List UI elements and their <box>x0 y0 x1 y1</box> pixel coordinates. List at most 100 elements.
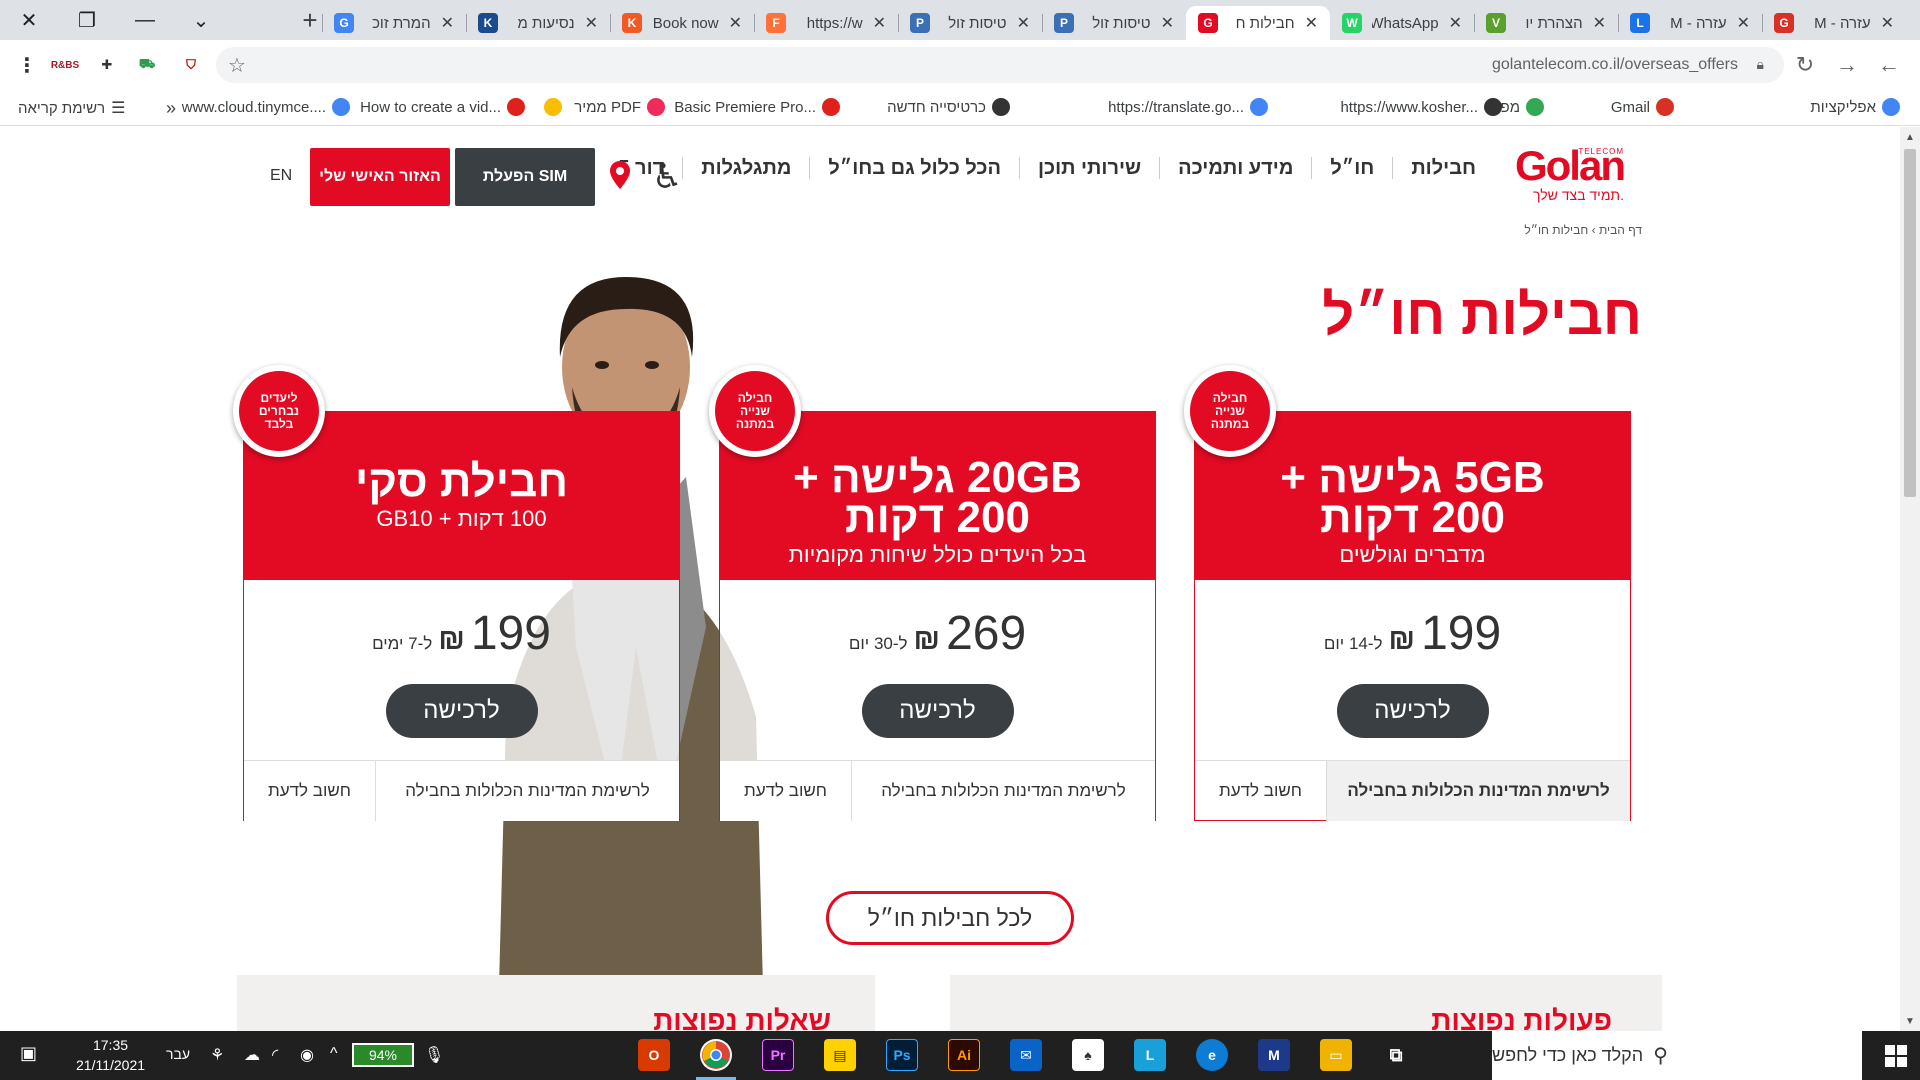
bookmark-star-icon[interactable]: ☆ <box>228 53 246 78</box>
show-hidden-icons[interactable]: ^ <box>330 1045 338 1063</box>
tab-close-icon[interactable]: ✕ <box>1737 13 1750 33</box>
nav-all-included[interactable]: הכל כלול גם בחו״ל <box>828 157 1001 180</box>
bookmark-item[interactable]: Basic Premiere Pro... <box>674 98 840 116</box>
file-explorer-icon[interactable]: ▭ <box>1320 1039 1352 1071</box>
solitaire-icon[interactable]: ♠ <box>1072 1039 1104 1071</box>
menu-dots-icon[interactable]: ⋮ <box>14 52 40 78</box>
important-info-link[interactable]: חשוב לדעת <box>1195 761 1327 821</box>
reading-list[interactable]: ☰ רשימת קריאה <box>18 98 125 118</box>
important-info-link[interactable]: חשוב לדעת <box>244 761 376 821</box>
tab-close-icon[interactable]: ✕ <box>1881 13 1894 33</box>
personal-area-button[interactable]: האזור האישי שלי <box>310 148 450 206</box>
forward-arrow-icon[interactable]: → <box>1830 48 1864 82</box>
scroll-down-icon[interactable]: ▼ <box>1900 1013 1920 1029</box>
task-view-icon[interactable]: ⧉ <box>1380 1039 1412 1071</box>
bookmarks-overflow[interactable]: » <box>166 98 176 119</box>
bookmark-item[interactable] <box>538 98 562 116</box>
app-tray-icon[interactable]: ⚘ <box>210 1045 224 1065</box>
minimize-window-icon[interactable]: — <box>116 0 174 40</box>
wifi-icon[interactable]: ◜ <box>272 1045 278 1065</box>
breadcrumb-home[interactable]: דף הבית <box>1599 223 1642 237</box>
tab-close-icon[interactable]: ✕ <box>1593 13 1606 33</box>
browser-tab[interactable]: V הצהרת יו ✕ <box>1474 6 1618 40</box>
bookmark-item[interactable]: Gmail <box>1611 98 1674 116</box>
tab-close-icon[interactable]: ✕ <box>1449 13 1462 33</box>
mail-icon[interactable]: ✉ <box>1010 1039 1042 1071</box>
tab-close-icon[interactable]: ✕ <box>873 13 886 33</box>
browser-tab[interactable]: P טיסות זול ✕ <box>1042 6 1186 40</box>
browser-tab[interactable]: K Book now ✕ <box>610 6 754 40</box>
sim-activation-button[interactable]: הפעלת SIM <box>455 148 595 206</box>
countries-list-link[interactable]: לרשימת המדינות הכלולות בחבילה <box>852 761 1155 821</box>
nav-support[interactable]: מידע ותמיכה <box>1178 157 1293 180</box>
bookmark-item[interactable]: אפליקציות <box>1810 98 1900 116</box>
bookmark-item[interactable]: ממיר PDF <box>574 98 665 116</box>
tab-close-icon[interactable]: ✕ <box>729 13 742 33</box>
bookmark-item[interactable]: How to create a vid... <box>360 98 525 116</box>
start-button[interactable] <box>1872 1031 1920 1080</box>
browser-tab[interactable]: G עזרה - M ✕ <box>1762 6 1906 40</box>
language-switch[interactable]: EN <box>270 167 292 185</box>
countries-list-link[interactable]: לרשימת המדינות הכלולות בחבילה <box>1327 761 1630 821</box>
bookmark-item[interactable]: https://www.kosher... <box>1340 98 1502 116</box>
illustrator-icon[interactable]: Ai <box>948 1039 980 1071</box>
tab-close-icon[interactable]: ✕ <box>585 13 598 33</box>
taskbar-search[interactable]: ⚲ הקלד כאן כדי לחפש <box>1492 1031 1862 1080</box>
lock-icon[interactable]: 🔒︎ <box>1757 56 1764 73</box>
browser-tab[interactable]: P טיסות זול ✕ <box>898 6 1042 40</box>
tab-close-icon[interactable]: ✕ <box>1305 13 1318 33</box>
scroll-thumb[interactable] <box>1904 149 1916 497</box>
nav-abroad[interactable]: חו״ל <box>1330 157 1374 180</box>
accessibility-icon[interactable]: ♿︎ <box>652 157 682 197</box>
close-window-icon[interactable]: ✕ <box>0 0 58 40</box>
cloud-icon[interactable]: ☁ <box>244 1045 260 1065</box>
chrome-icon[interactable] <box>700 1039 732 1071</box>
tab-close-icon[interactable]: ✕ <box>441 13 454 33</box>
address-bar[interactable]: 🔒︎ golantelecom.co.il/overseas_offers ☆ <box>216 47 1784 83</box>
browser-tab[interactable]: W WhatsApp ✕ <box>1330 6 1474 40</box>
nav-packages[interactable]: חבילות <box>1411 157 1476 180</box>
clock[interactable]: 17:35 21/11/2021 <box>76 1035 145 1075</box>
notification-center-icon[interactable]: ▣ <box>20 1043 44 1067</box>
buy-button[interactable]: לרכישה <box>385 684 538 738</box>
edge-icon[interactable]: e <box>1196 1039 1228 1071</box>
restore-window-icon[interactable]: ❐ <box>58 0 116 40</box>
cart-extension-icon[interactable]: ⛟ <box>134 52 160 78</box>
browser-tab[interactable]: G חבילות ח ✕ <box>1186 6 1330 40</box>
bookmark-item[interactable]: www.cloud.tinymce.... <box>182 98 350 116</box>
browser-tab[interactable]: K נסיעות מ ✕ <box>466 6 610 40</box>
shield-extension-icon[interactable]: ⛉ <box>178 52 204 78</box>
browser-tab[interactable]: G המרת זוכ ✕ <box>322 6 466 40</box>
golan-logo[interactable]: TELECOM Golan תמיד בצד שלך. <box>1515 145 1626 204</box>
nav-rolling[interactable]: מתגלגלות <box>701 157 791 180</box>
bookmark-item[interactable]: https://translate.go... <box>1108 98 1268 116</box>
bookmark-item[interactable]: כרטיסייה חדשה <box>887 98 1010 116</box>
tab-close-icon[interactable]: ✕ <box>1017 13 1030 33</box>
rsbs-extension-icon[interactable]: R&BS <box>51 52 79 78</box>
nav-content[interactable]: שירותי תוכן <box>1038 157 1141 180</box>
reload-icon[interactable]: ↻ <box>1788 48 1822 82</box>
back-arrow-icon[interactable]: ← <box>1872 48 1906 82</box>
battery-indicator[interactable]: 94% <box>352 1043 414 1067</box>
browser-tab[interactable]: L עזרה - M ✕ <box>1618 6 1762 40</box>
page-scrollbar[interactable]: ▲ ▼ <box>1900 127 1920 1031</box>
scroll-up-icon[interactable]: ▲ <box>1900 129 1920 145</box>
premiere-icon[interactable]: Pr <box>762 1039 794 1071</box>
microphone-icon[interactable]: 🎙︎ <box>424 1045 444 1065</box>
buy-button[interactable]: לרכישה <box>861 684 1014 738</box>
office-icon[interactable]: O <box>638 1039 670 1071</box>
l-app-icon[interactable]: L <box>1134 1039 1166 1071</box>
input-language[interactable]: עבר <box>166 1046 190 1062</box>
important-info-link[interactable]: חשוב לדעת <box>720 761 852 821</box>
location-pin-icon[interactable] <box>610 161 630 189</box>
m-app-icon[interactable]: M <box>1258 1039 1290 1071</box>
tab-close-icon[interactable]: ✕ <box>1161 13 1174 33</box>
tab-search-icon[interactable]: ⌄ <box>172 0 230 40</box>
browser-tab[interactable]: Fhttps://w ✕ <box>754 6 898 40</box>
countries-list-link[interactable]: לרשימת המדינות הכלולות בחבילה <box>376 761 679 821</box>
all-packages-button[interactable]: לכל חבילות חו״ל <box>826 891 1074 945</box>
photoshop-icon[interactable]: Ps <box>886 1039 918 1071</box>
extensions-puzzle-icon[interactable]: ✚ <box>94 52 120 78</box>
camera-icon[interactable]: ◉ <box>300 1045 314 1065</box>
sticky-notes-icon[interactable]: ▤ <box>824 1039 856 1071</box>
